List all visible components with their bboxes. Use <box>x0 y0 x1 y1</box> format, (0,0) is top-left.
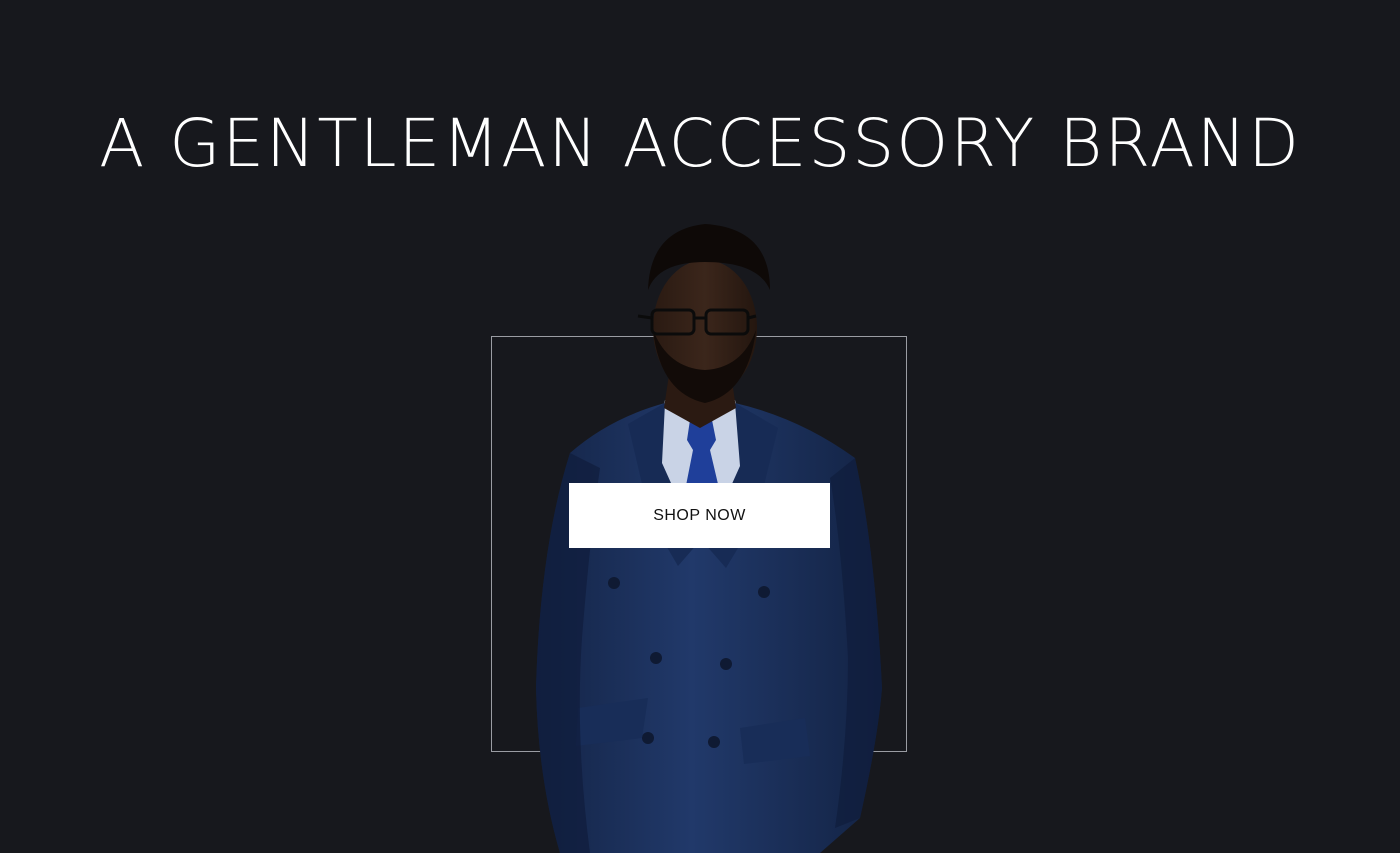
hero-headline: A GENTLEMAN ACCESSORY BRAND <box>99 105 1301 182</box>
shop-now-button[interactable]: SHOP NOW <box>569 483 830 548</box>
hero-section: A GENTLEMAN ACCESSORY BRAND SHOP NOW <box>0 0 1400 853</box>
